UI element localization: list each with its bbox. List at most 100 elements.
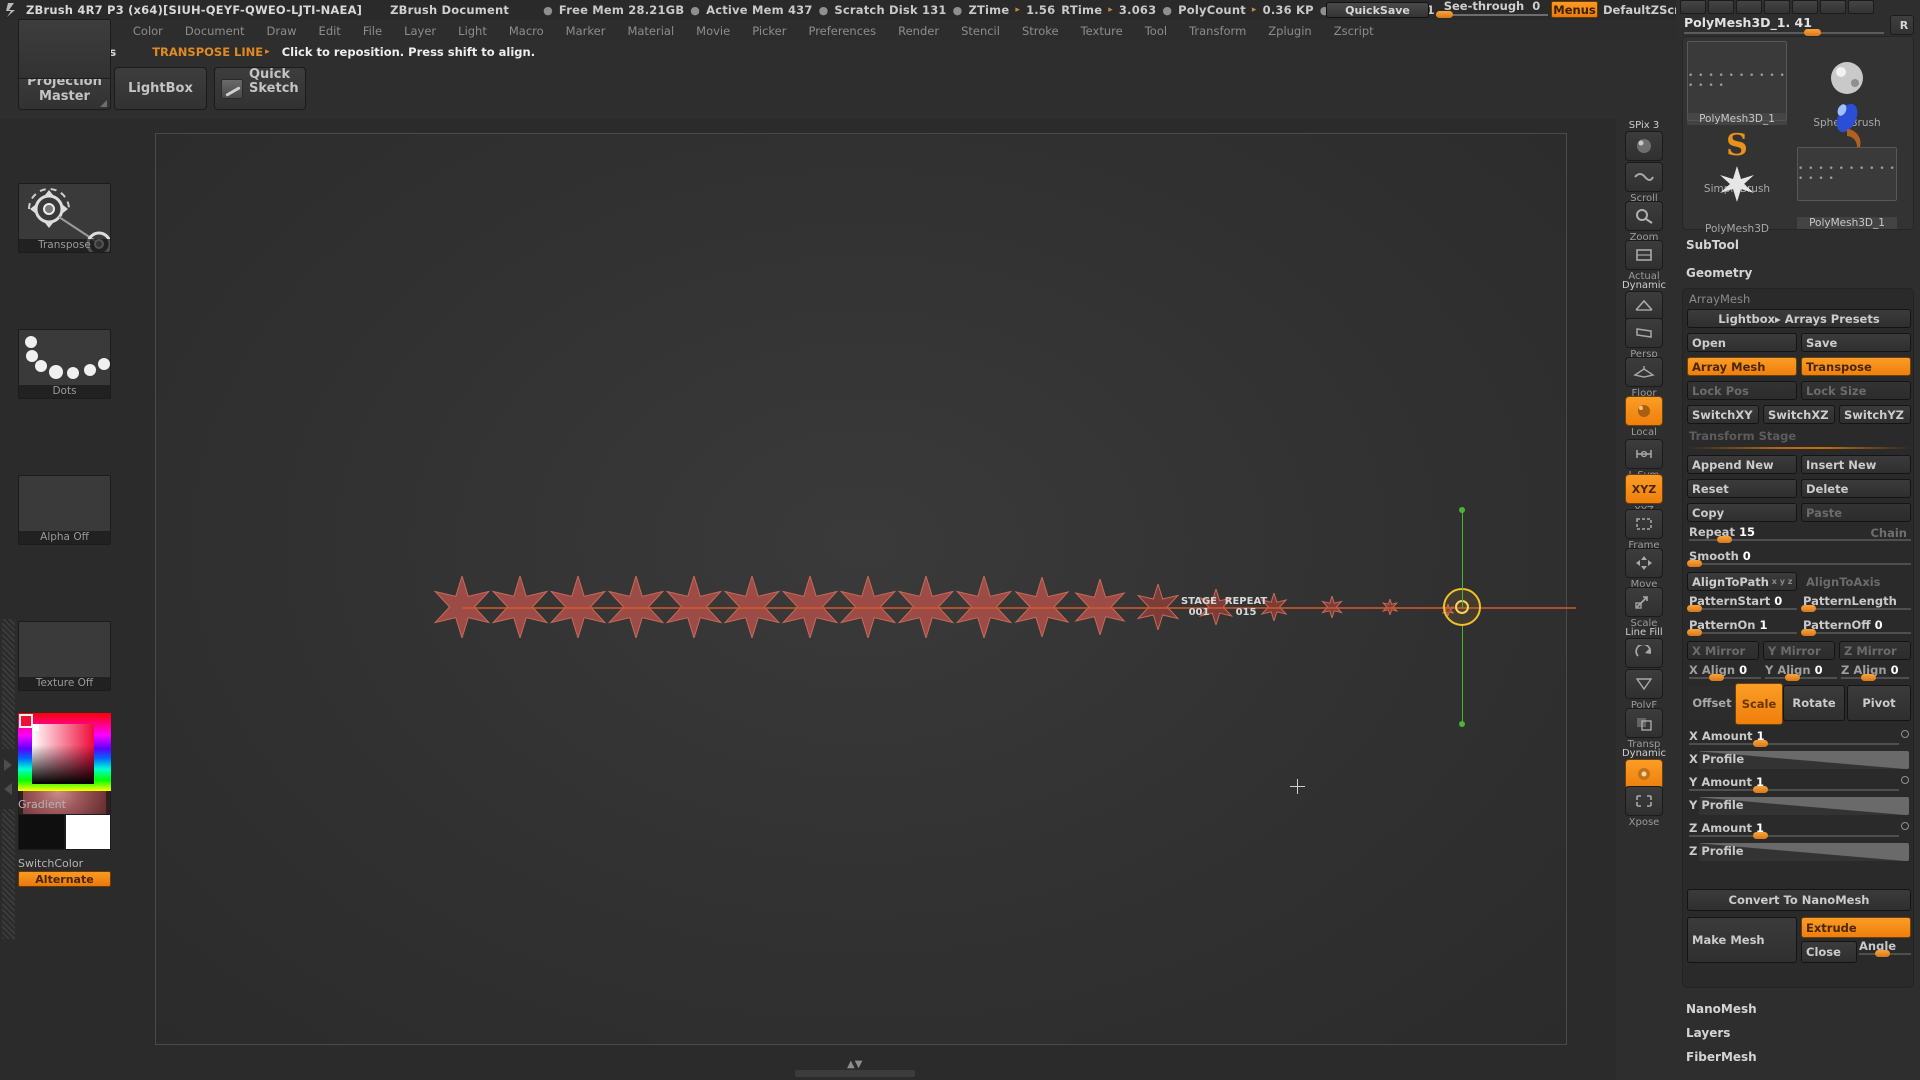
menu-item-material[interactable]: Material bbox=[616, 23, 685, 39]
menu-item-preferences[interactable]: Preferences bbox=[797, 23, 887, 39]
quick-sketch-button[interactable]: Quick Sketch bbox=[214, 67, 306, 110]
pattern-on-track[interactable] bbox=[1689, 632, 1797, 634]
rail-icon-scroll-icon[interactable] bbox=[1625, 162, 1663, 192]
color-picker[interactable] bbox=[18, 713, 111, 791]
panel-icon-1[interactable] bbox=[1680, 0, 1706, 14]
pattern-off-slider[interactable]: PatternOff 0 bbox=[1801, 618, 1911, 636]
repeat-slider[interactable]: Repeat 15 Chain bbox=[1687, 525, 1911, 543]
rail-item-zoom[interactable]: Zoom bbox=[1622, 201, 1666, 243]
scroll-updown-icon[interactable]: ▲▼ bbox=[847, 1059, 862, 1070]
rail-icon-xyz-icon[interactable]: XYZ bbox=[1625, 474, 1663, 504]
z-align-knob[interactable] bbox=[1861, 674, 1876, 681]
y-align-slider[interactable]: Y Align 0 bbox=[1763, 663, 1837, 681]
panel-icon-3[interactable] bbox=[1736, 0, 1762, 14]
rail-item-persp[interactable]: Persp bbox=[1622, 318, 1666, 360]
rail-item-polyf[interactable]: PolyF bbox=[1622, 669, 1666, 711]
delete-button[interactable]: Delete bbox=[1801, 479, 1911, 498]
current-alpha-swatch[interactable]: Alpha Off bbox=[18, 475, 111, 545]
current-stroke-swatch[interactable]: Dots bbox=[18, 329, 111, 399]
menu-item-draw[interactable]: Draw bbox=[256, 23, 308, 39]
extrude-toggle[interactable]: Extrude bbox=[1801, 917, 1911, 938]
rail-icon-actual-icon[interactable] bbox=[1625, 240, 1663, 270]
z-mirror-toggle[interactable]: Z Mirror bbox=[1839, 641, 1911, 660]
current-color-swatch[interactable] bbox=[19, 714, 33, 728]
pattern-start-slider[interactable]: PatternStart 0 bbox=[1687, 594, 1797, 612]
menu-item-texture[interactable]: Texture bbox=[1070, 23, 1134, 39]
menu-item-file[interactable]: File bbox=[352, 23, 393, 39]
quicksave-button[interactable]: QuickSave bbox=[1326, 2, 1429, 18]
section-geometry[interactable]: Geometry bbox=[1686, 266, 1752, 280]
x-align-knob[interactable] bbox=[1709, 674, 1724, 681]
rail-item-actual[interactable]: Actual bbox=[1622, 240, 1666, 282]
rail-icon-rotate-icon[interactable] bbox=[1625, 638, 1663, 668]
z-amount-slider[interactable]: Z Amount 1 bbox=[1687, 821, 1911, 839]
y-amount-track[interactable] bbox=[1689, 789, 1899, 791]
x-profile-row[interactable]: X Profile bbox=[1687, 751, 1911, 769]
current-brush-swatch[interactable]: Transpose bbox=[18, 183, 112, 257]
x-mirror-toggle[interactable]: X Mirror bbox=[1687, 641, 1759, 660]
lightbox-arrays-presets-button[interactable]: Lightbox▸ Arrays Presets bbox=[1687, 309, 1911, 328]
switch-color-label[interactable]: SwitchColor bbox=[18, 857, 83, 870]
chain-toggle[interactable]: Chain bbox=[1870, 526, 1907, 540]
rail-item-floor[interactable]: Floor bbox=[1622, 357, 1666, 399]
rail-icon-floor-icon[interactable] bbox=[1625, 357, 1663, 387]
menu-item-color[interactable]: Color bbox=[122, 23, 174, 39]
y-align-track[interactable] bbox=[1765, 677, 1837, 679]
menu-item-transform[interactable]: Transform bbox=[1178, 23, 1257, 39]
rail-item-local[interactable]: Local bbox=[1622, 396, 1666, 438]
menu-item-layer[interactable]: Layer bbox=[393, 23, 447, 39]
tool-grid-cell[interactable]: PolyMesh3D bbox=[1687, 147, 1787, 235]
convert-to-nanomesh-button[interactable]: Convert To NanoMesh bbox=[1687, 889, 1911, 911]
switch-xz-button[interactable]: SwitchXZ bbox=[1763, 405, 1835, 424]
arraymesh-title[interactable]: ArrayMesh bbox=[1689, 292, 1750, 306]
rail-icon-polyf-icon[interactable] bbox=[1625, 669, 1663, 699]
make-mesh-button[interactable]: Make Mesh bbox=[1687, 917, 1797, 963]
transpose-line-bar[interactable] bbox=[462, 607, 1576, 609]
x-amount-reset-icon[interactable] bbox=[1901, 730, 1909, 738]
tool-r-button[interactable]: R bbox=[1890, 15, 1914, 35]
y-amount-knob[interactable] bbox=[1753, 786, 1768, 793]
scroll-texture-bottom[interactable] bbox=[2, 809, 15, 939]
menu-item-zplugin[interactable]: Zplugin bbox=[1257, 23, 1322, 39]
pattern-off-knob[interactable] bbox=[1801, 629, 1816, 636]
rail-icon-transp-icon[interactable] bbox=[1625, 708, 1663, 738]
menu-item-edit[interactable]: Edit bbox=[308, 23, 352, 39]
horizontal-scrollbar[interactable]: ▲▼ bbox=[795, 1059, 915, 1077]
x-amount-track[interactable] bbox=[1689, 743, 1899, 745]
see-through-knob[interactable] bbox=[1436, 11, 1453, 18]
panel-icon-6[interactable] bbox=[1820, 0, 1846, 14]
current-texture-swatch[interactable]: Texture Off bbox=[18, 621, 111, 691]
menu-item-stroke[interactable]: Stroke bbox=[1011, 23, 1070, 39]
scale-tab[interactable]: Scale bbox=[1735, 683, 1783, 725]
menu-item-tool[interactable]: Tool bbox=[1134, 23, 1178, 39]
open-button[interactable]: Open bbox=[1687, 333, 1797, 352]
menu-item-light[interactable]: Light bbox=[447, 23, 498, 39]
z-amount-track[interactable] bbox=[1689, 835, 1899, 837]
switch-yz-button[interactable]: SwitchYZ bbox=[1839, 405, 1911, 424]
saturation-value-square[interactable] bbox=[32, 724, 94, 784]
smooth-slider-knob[interactable] bbox=[1687, 560, 1702, 567]
rail-icon-lsym-icon[interactable] bbox=[1625, 439, 1663, 469]
scroll-arrow-left-icon[interactable] bbox=[4, 783, 12, 795]
copy-button[interactable]: Copy bbox=[1687, 503, 1797, 522]
y-amount-slider[interactable]: Y Amount 1 bbox=[1687, 775, 1911, 793]
x-amount-knob[interactable] bbox=[1753, 740, 1768, 747]
x-align-track[interactable] bbox=[1689, 677, 1761, 679]
y-amount-reset-icon[interactable] bbox=[1901, 776, 1909, 784]
rail-icon-bpr-icon[interactable] bbox=[1625, 131, 1663, 161]
align-to-path-button[interactable]: AlignToPath x y z bbox=[1687, 572, 1797, 591]
gradient-swatches[interactable] bbox=[18, 814, 111, 850]
x-amount-slider[interactable]: X Amount 1 bbox=[1687, 729, 1911, 747]
z-amount-reset-icon[interactable] bbox=[1901, 822, 1909, 830]
z-amount-knob[interactable] bbox=[1753, 832, 1768, 839]
y-align-knob[interactable] bbox=[1785, 674, 1800, 681]
z-align-slider[interactable]: Z Align 0 bbox=[1839, 663, 1913, 681]
pattern-length-track[interactable] bbox=[1803, 608, 1911, 610]
menu-item-document[interactable]: Document bbox=[174, 23, 256, 39]
save-button[interactable]: Save bbox=[1801, 333, 1911, 352]
menu-item-picker[interactable]: Picker bbox=[741, 23, 797, 39]
smooth-slider-track[interactable] bbox=[1689, 563, 1911, 565]
rail-icon-zoom-icon[interactable] bbox=[1625, 201, 1663, 231]
section-fibermesh[interactable]: FiberMesh bbox=[1686, 1050, 1757, 1064]
pattern-off-track[interactable] bbox=[1803, 632, 1911, 634]
